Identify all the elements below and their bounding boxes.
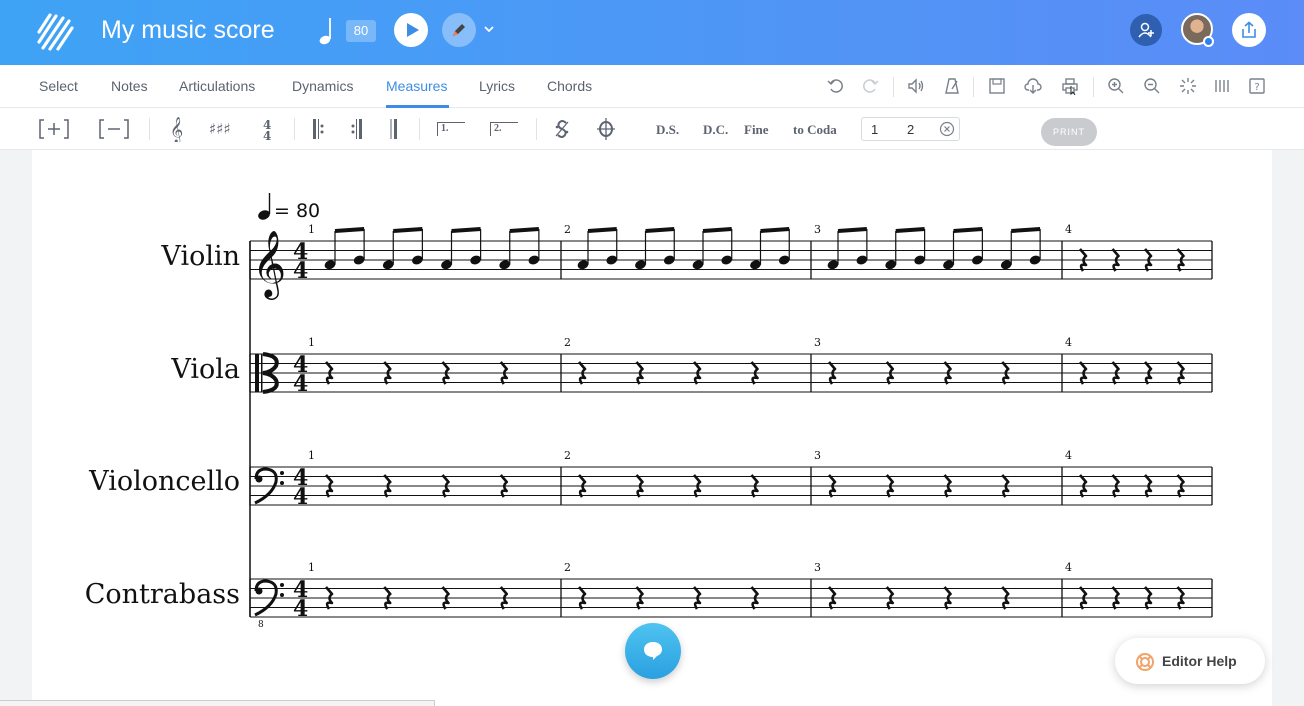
note-beam: [451, 227, 481, 233]
chat-bubble-icon: [644, 642, 662, 660]
bass-clef-icon: [255, 587, 263, 595]
alto-clef-icon: [255, 354, 259, 392]
measure-number: 1: [308, 223, 315, 236]
time-signature-bottom: 4: [293, 371, 308, 397]
note-beam: [393, 227, 423, 233]
note-beam: [953, 227, 983, 233]
measure-number: 4: [1065, 561, 1072, 574]
note-beam: [702, 227, 732, 233]
bass-clef-icon: [280, 593, 284, 597]
measure-number: 4: [1065, 449, 1072, 462]
measure-number: 3: [814, 336, 821, 349]
bass-clef-icon: [280, 583, 284, 587]
note-beam: [895, 227, 925, 233]
time-signature-bottom: 4: [293, 258, 308, 284]
status-bar: [0, 700, 435, 706]
note-beam: [645, 227, 675, 233]
measure-number: 1: [308, 336, 315, 349]
measure-number: 4: [1065, 223, 1072, 236]
treble-clef-icon: 𝄞: [252, 229, 286, 300]
measure-number: 3: [814, 223, 821, 236]
time-signature-bottom: 4: [293, 596, 308, 622]
music-score[interactable]: = 80 1 2 3 4𝄞 441 2 3 4441 2 3 4441 2 3 4844: [0, 0, 1304, 706]
measure-number: 1: [308, 449, 315, 462]
bass-clef-icon: [255, 475, 263, 483]
measure-number: 2: [564, 336, 571, 349]
measure-number: 2: [564, 561, 571, 574]
octave-below-mark: 8: [258, 620, 264, 630]
lifebuoy-icon: [1136, 653, 1154, 671]
measure-number: 3: [814, 561, 821, 574]
time-signature-bottom: 4: [293, 484, 308, 510]
chat-button[interactable]: [625, 623, 681, 679]
measure-number: 1: [308, 561, 315, 574]
bass-clef-icon: [280, 481, 284, 485]
measure-number: 2: [564, 223, 571, 236]
bass-clef-icon: [280, 471, 284, 475]
tempo-marking[interactable]: = 80: [257, 193, 320, 222]
note-beam: [509, 227, 540, 233]
editor-help-label: Editor Help: [1162, 653, 1237, 669]
note-beam: [760, 227, 790, 233]
measure-number: 2: [564, 449, 571, 462]
measure-number: 4: [1065, 336, 1072, 349]
note-beam: [1011, 227, 1041, 233]
note-beam: [587, 227, 617, 233]
note-beam: [837, 227, 868, 233]
tempo-text: = 80: [274, 200, 320, 222]
measure-number: 3: [814, 449, 821, 462]
alto-clef-icon: [261, 354, 263, 392]
editor-help-button[interactable]: Editor Help: [1115, 638, 1265, 684]
note-beam: [334, 227, 365, 233]
